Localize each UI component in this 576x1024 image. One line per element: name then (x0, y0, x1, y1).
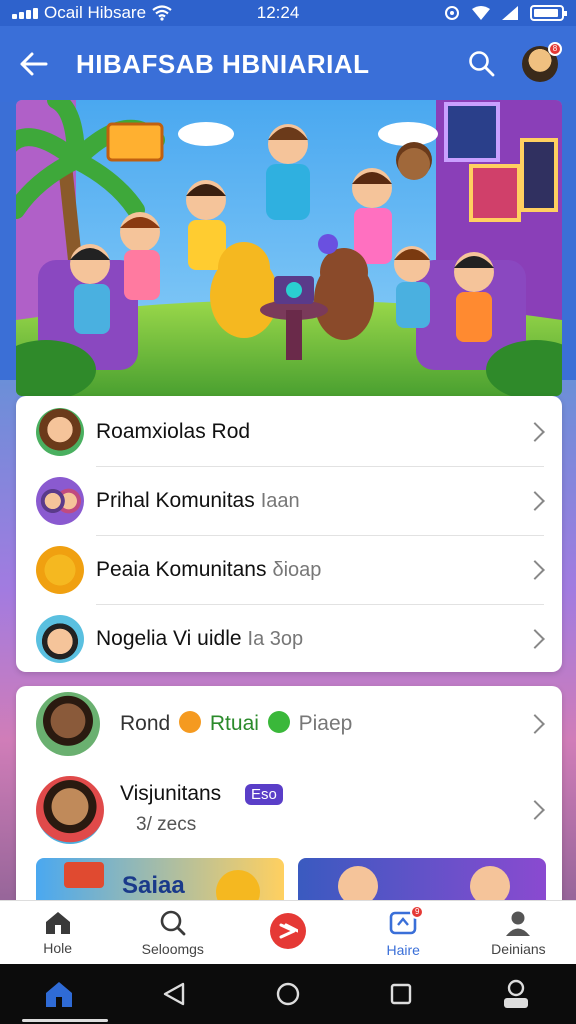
home-circle-icon[interactable] (275, 981, 301, 1007)
tab-label: Hole (43, 939, 72, 956)
app-actions: 8 (468, 42, 562, 82)
chevron-right-icon (525, 422, 545, 442)
hero-illustration (16, 100, 562, 396)
chevron-right-icon (525, 629, 545, 649)
list-item[interactable]: Roamxiolas Rod (16, 398, 562, 466)
tab-search[interactable]: Seloomgs (115, 901, 230, 964)
list-avatar (36, 546, 84, 594)
chevron-right-icon (525, 491, 545, 511)
chevron-right-icon (525, 714, 545, 734)
community-list-card: Roamxiolas Rod Prihal Komunitas Iaan Peai… (16, 396, 562, 672)
tab-home[interactable]: Hole (0, 901, 115, 964)
green-check-icon (267, 711, 290, 734)
search-icon (160, 910, 186, 935)
list-item-label: Peaia Komunitans δioap (96, 558, 322, 581)
list-avatar (36, 408, 84, 456)
list-avatar (36, 776, 104, 844)
tab-label: Deinians (491, 940, 546, 957)
chevron-right-icon (525, 560, 545, 580)
battery-icon (530, 5, 567, 21)
list-item[interactable]: Rond Rtuai Piaep (16, 688, 562, 760)
status-left: Ocail Hibsare (12, 3, 172, 23)
back-triangle-icon[interactable] (161, 981, 187, 1007)
tab-notifications[interactable]: 9 Haire (346, 901, 461, 964)
avatar-badge: 8 (548, 42, 562, 56)
thumbnail-title: Saiaa (122, 872, 185, 899)
orange-badge-icon (179, 711, 202, 734)
wifi-icon (152, 5, 172, 21)
list-avatar (36, 615, 84, 663)
list-item-label: Nogelia Vi uidle Ia 3op (96, 627, 304, 650)
play-icon (270, 912, 306, 949)
chevron-right-icon (525, 800, 545, 820)
account-icon[interactable] (500, 978, 532, 1010)
cell-signal-icon (502, 6, 518, 20)
home-icon[interactable] (44, 980, 74, 1008)
status-bar: Ocail Hibsare 12:24 (0, 0, 576, 26)
list-item[interactable]: Peaia Komunitans δioap (16, 536, 562, 604)
tab-play[interactable] (230, 901, 345, 964)
hero-art (16, 100, 562, 396)
notification-box-icon: 9 (388, 905, 425, 938)
home-outline-icon (45, 911, 70, 934)
data-saver-icon (445, 6, 459, 20)
list-item[interactable]: Visjunitans Eso (16, 770, 562, 850)
tab-label: Seloomgs (141, 940, 204, 957)
search-icon[interactable] (468, 50, 496, 78)
list-item-label: Prihal Komunitas Iaan (96, 489, 300, 512)
list-item-label: Rond Rtuai Piaep (120, 711, 353, 735)
list-item-subtext: 3/ zecs (136, 814, 197, 835)
status-time: 12:24 (256, 3, 300, 22)
signal-icon (12, 7, 38, 19)
list-avatar (36, 692, 100, 756)
status-right (444, 5, 567, 21)
user-avatar[interactable]: 8 (522, 42, 562, 82)
bottom-tab-bar: Hole Seloomgs 9 Haire Deinians (0, 900, 576, 964)
system-nav-bar (0, 964, 576, 1024)
recents-square-icon[interactable] (389, 982, 413, 1006)
list-item[interactable]: Nogelia Vi uidle Ia 3op (16, 605, 562, 673)
tab-profile[interactable]: Deinians (461, 901, 576, 964)
list-avatar (36, 477, 84, 525)
list-item-label: Roamxiolas Rod (96, 420, 251, 443)
tag-chip: Eso (245, 783, 283, 805)
carrier-label: Ocail Hibsare (44, 3, 147, 22)
wifi-full-icon (472, 6, 490, 20)
thumbnail-sign (64, 862, 104, 888)
gesture-pill (22, 1019, 108, 1022)
tab-badge: 9 (410, 905, 425, 919)
person-icon (506, 911, 531, 936)
page-title: HIBAFSAB HBNIARIAL (76, 48, 370, 79)
tab-label: Haire (386, 942, 420, 958)
list-item[interactable]: Prihal Komunitas Iaan (16, 467, 562, 535)
back-arrow-icon[interactable] (18, 51, 48, 77)
list-item-label: Visjunitans Eso (120, 782, 283, 806)
app-bar: HIBAFSAB HBNIARIAL 8 (0, 26, 576, 102)
